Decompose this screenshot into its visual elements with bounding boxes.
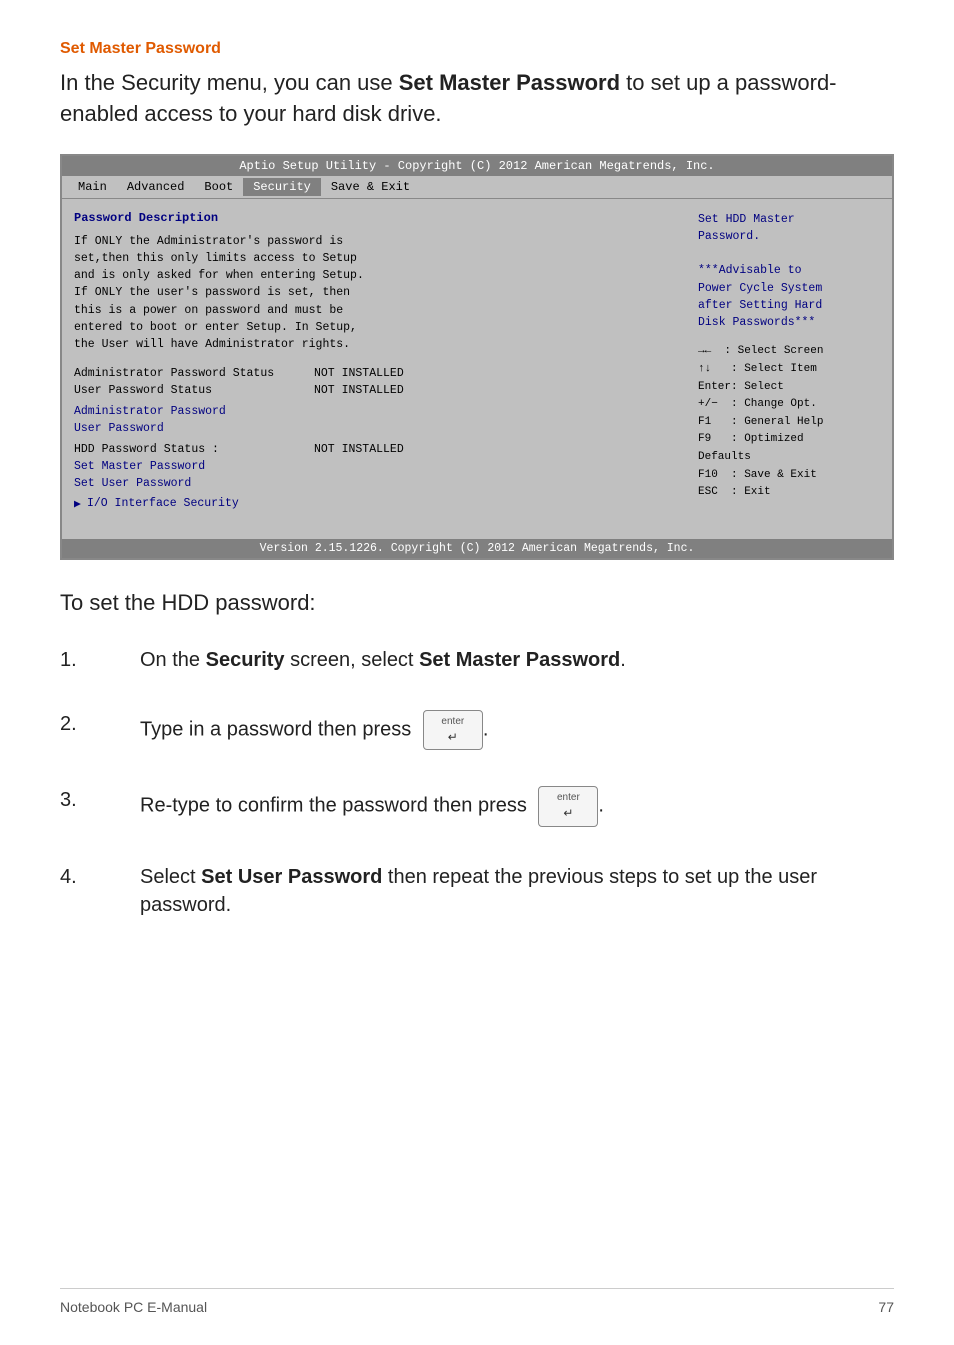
step-2-number: 2. (60, 710, 140, 738)
intro-text: In the Security menu, you can use Set Ma… (60, 68, 894, 130)
step-1-content: On the Security screen, select Set Maste… (140, 646, 894, 674)
bios-admin-status-label: Administrator Password Status (74, 367, 314, 380)
bios-left-panel: Password Description If ONLY the Adminis… (70, 207, 684, 531)
step-1-bold-master: Set Master Password (419, 649, 620, 671)
bios-right-panel: Set HDD Master Password. ***Advisable to… (694, 207, 884, 531)
bios-menu-boot[interactable]: Boot (194, 178, 243, 196)
bios-body: Password Description If ONLY the Adminis… (62, 199, 892, 539)
step-1-bold-security: Security (206, 649, 285, 671)
bios-admin-status-value: NOT INSTALLED (314, 367, 404, 380)
step-1-number: 1. (60, 646, 140, 674)
bios-link-user-password[interactable]: User Password (74, 422, 680, 435)
bios-user-status: User Password Status NOT INSTALLED (74, 384, 680, 397)
bios-selected-io[interactable]: I/O Interface Security (74, 496, 680, 511)
bios-hdd-status: HDD Password Status : NOT INSTALLED (74, 443, 680, 456)
enter-key-1-label: enter (441, 715, 464, 729)
enter-key-1: enter ↵ (423, 710, 483, 751)
bios-footer: Version 2.15.1226. Copyright (C) 2012 Am… (62, 539, 892, 558)
bios-link-set-master[interactable]: Set Master Password (74, 460, 680, 473)
section-title: Set Master Password (60, 40, 894, 58)
step-2: 2. Type in a password then press enter ↵… (60, 710, 894, 751)
bios-link-admin-password[interactable]: Administrator Password (74, 405, 680, 418)
enter-key-2: enter ↵ (538, 786, 598, 827)
bios-menu-security[interactable]: Security (243, 178, 321, 196)
intro-bold: Set Master Password (399, 70, 620, 95)
step-4-bold-user: Set User Password (201, 866, 382, 888)
bios-right-top: Set HDD Master Password. ***Advisable to… (698, 211, 880, 332)
step-3-content: Re-type to confirm the password then pre… (140, 786, 894, 827)
bios-right-bottom: →← : Select Screen ↑↓ : Select Item Ente… (698, 343, 880, 501)
step-4-number: 4. (60, 863, 140, 891)
bios-user-status-value: NOT INSTALLED (314, 384, 404, 397)
footer-page: 77 (878, 1299, 894, 1315)
bios-screen: Aptio Setup Utility - Copyright (C) 2012… (60, 154, 894, 560)
bios-title-bar: Aptio Setup Utility - Copyright (C) 2012… (62, 156, 892, 176)
footer-title: Notebook PC E-Manual (60, 1299, 207, 1315)
bios-menu-save-exit[interactable]: Save & Exit (321, 178, 420, 196)
step-3-number: 3. (60, 786, 140, 814)
bios-link-set-user[interactable]: Set User Password (74, 477, 680, 490)
enter-key-2-arrow: ↵ (563, 805, 573, 822)
bios-description: If ONLY the Administrator's password is … (74, 233, 680, 354)
bios-menu-advanced[interactable]: Advanced (117, 178, 195, 196)
step-4: 4. Select Set User Password then repeat … (60, 863, 894, 919)
steps-list: 1. On the Security screen, select Set Ma… (60, 646, 894, 920)
step-2-content: Type in a password then press enter ↵ . (140, 710, 894, 751)
step-3: 3. Re-type to confirm the password then … (60, 786, 894, 827)
bios-menu-main[interactable]: Main (68, 178, 117, 196)
bios-hdd-status-label: HDD Password Status : (74, 443, 314, 456)
bios-admin-status: Administrator Password Status NOT INSTAL… (74, 367, 680, 380)
enter-key-1-arrow: ↵ (448, 729, 458, 746)
intro-plain: In the Security menu, you can use (60, 70, 399, 95)
bios-section-header: Password Description (74, 211, 680, 225)
instructions-title: To set the HDD password: (60, 590, 894, 616)
bios-hdd-status-value: NOT INSTALLED (314, 443, 404, 456)
bios-menu-bar[interactable]: Main Advanced Boot Security Save & Exit (62, 176, 892, 199)
step-4-content: Select Set User Password then repeat the… (140, 863, 894, 919)
enter-key-2-label: enter (557, 791, 580, 805)
page-footer: Notebook PC E-Manual 77 (60, 1288, 894, 1315)
bios-user-status-label: User Password Status (74, 384, 314, 397)
step-1: 1. On the Security screen, select Set Ma… (60, 646, 894, 674)
